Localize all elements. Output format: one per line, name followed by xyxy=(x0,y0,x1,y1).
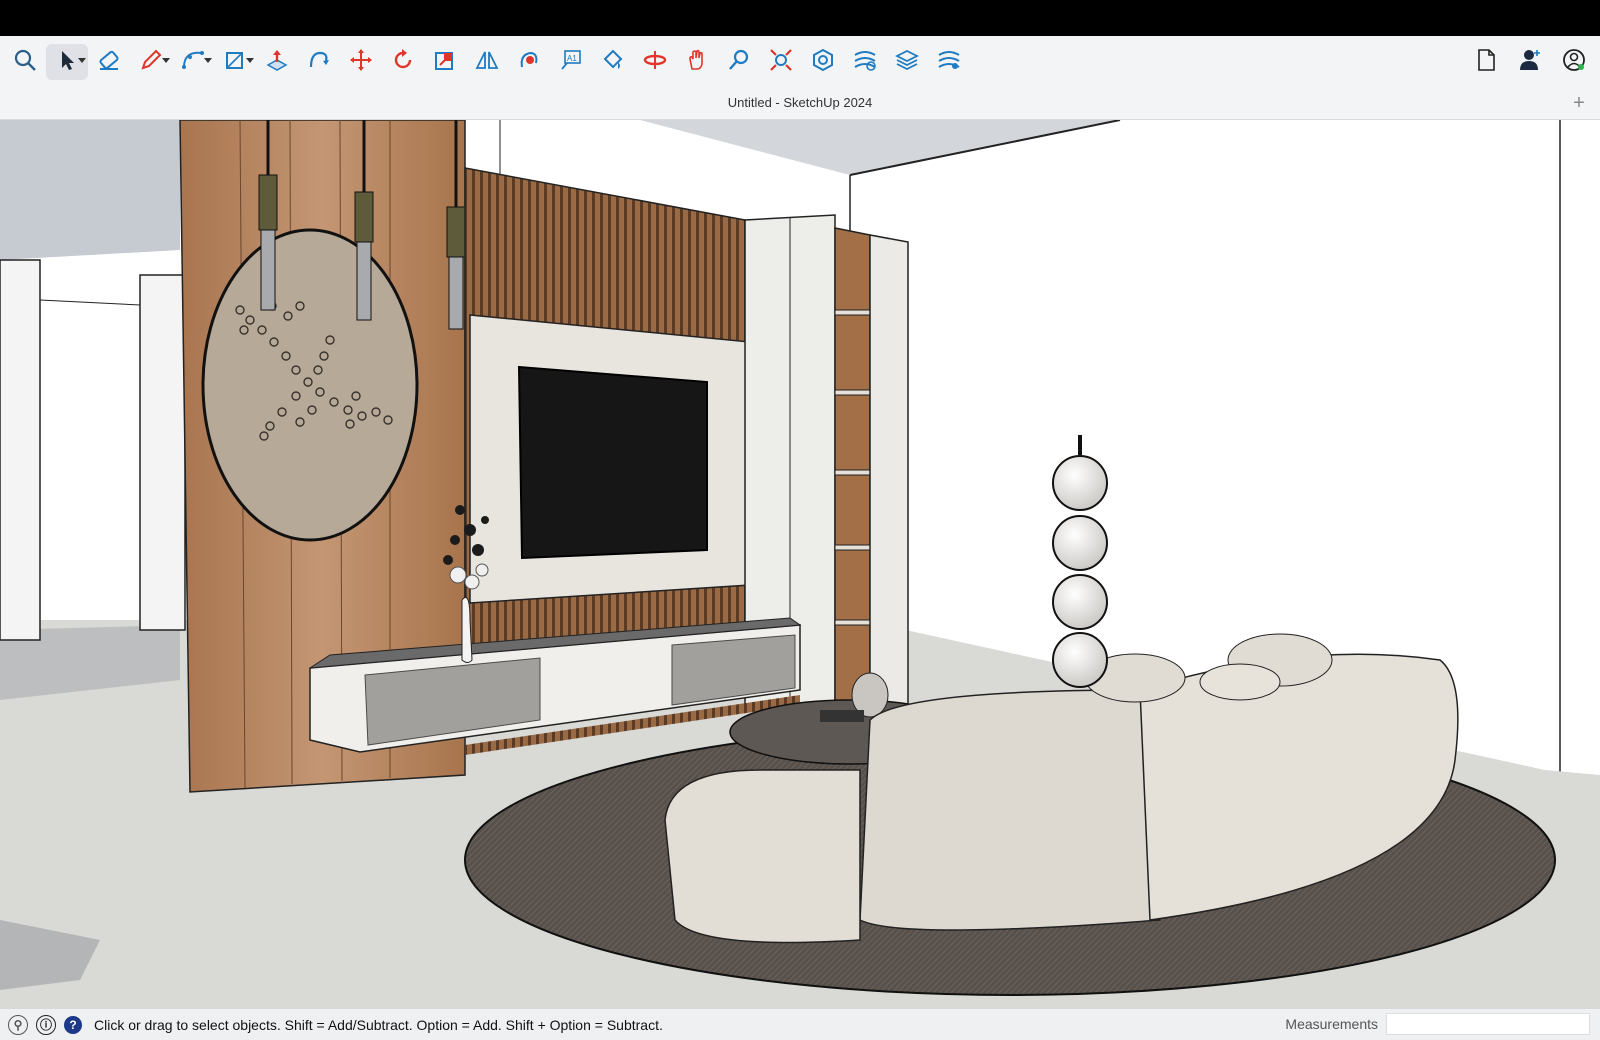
user-profile-icon xyxy=(1561,47,1587,78)
geolocation-icon[interactable]: ⚲ xyxy=(8,1014,28,1035)
account-button[interactable] xyxy=(1508,44,1552,80)
select-tool-icon xyxy=(54,47,80,78)
television xyxy=(517,365,708,560)
text-tool-button[interactable]: A1 xyxy=(550,44,592,80)
search-icon xyxy=(12,47,38,78)
credits-icon[interactable]: ⓘ xyxy=(36,1014,56,1035)
macos-menu-bar xyxy=(0,0,1600,36)
orbit-tool-button[interactable] xyxy=(634,44,676,80)
rotate-tool-icon xyxy=(390,47,416,78)
new-document-icon xyxy=(1473,47,1499,78)
extension-warehouse-button[interactable] xyxy=(802,44,844,80)
sandbox-tools-button[interactable] xyxy=(844,44,886,80)
arc-tool-button[interactable] xyxy=(172,44,214,80)
new-tab-button[interactable]: + xyxy=(1566,90,1592,116)
pan-tool-icon xyxy=(684,47,710,78)
measurements-label: Measurements xyxy=(1285,1016,1378,1032)
move-tool-icon xyxy=(348,47,374,78)
zoom-extents-tool-icon xyxy=(768,47,794,78)
chevron-down-icon[interactable] xyxy=(162,58,170,63)
chevron-down-icon[interactable] xyxy=(246,58,254,63)
move-tool-button[interactable] xyxy=(340,44,382,80)
solid-tools-icon xyxy=(936,47,962,78)
window-title: Untitled - SketchUp 2024 xyxy=(0,88,1600,120)
instructor-help-icon[interactable]: ? xyxy=(64,1015,82,1034)
text-tool-icon: A1 xyxy=(558,47,584,78)
paint-bucket-tool-button[interactable] xyxy=(592,44,634,80)
eraser-tool-button[interactable] xyxy=(88,44,130,80)
push-pull-tool-icon xyxy=(264,47,290,78)
follow-me-tool-button[interactable] xyxy=(298,44,340,80)
sandbox-tools-icon xyxy=(852,47,878,78)
svg-text:A1: A1 xyxy=(567,54,577,63)
follow-me-tool-icon xyxy=(306,47,332,78)
rotate-tool-button[interactable] xyxy=(382,44,424,80)
zoom-tool-button[interactable] xyxy=(718,44,760,80)
main-toolbar: A1 xyxy=(0,36,1600,88)
offset-tool-button[interactable] xyxy=(508,44,550,80)
left-column-1 xyxy=(0,259,41,641)
tool-row: A1 xyxy=(4,44,970,80)
layers-tool-button[interactable] xyxy=(886,44,928,80)
flip-tool-button[interactable] xyxy=(466,44,508,80)
pan-tool-button[interactable] xyxy=(676,44,718,80)
left-column-2 xyxy=(139,274,186,631)
orbit-tool-icon xyxy=(642,47,668,78)
chevron-down-icon[interactable] xyxy=(204,58,212,63)
rectangle-tool-button[interactable] xyxy=(214,44,256,80)
arc-tool-icon xyxy=(180,47,206,78)
select-tool-button[interactable] xyxy=(46,44,88,80)
flip-tool-icon xyxy=(474,47,500,78)
status-bar: ⚲ ⓘ ? Click or drag to select objects. S… xyxy=(0,1008,1600,1040)
extension-warehouse-icon xyxy=(810,47,836,78)
ceiling-left xyxy=(0,120,180,260)
bookshelf xyxy=(834,227,871,706)
push-pull-tool-button[interactable] xyxy=(256,44,298,80)
scale-tool-button[interactable] xyxy=(424,44,466,80)
pencil-tool-button[interactable] xyxy=(130,44,172,80)
orb-floor-lamp xyxy=(1052,435,1108,688)
zoom-tool-icon xyxy=(726,47,752,78)
model-viewport[interactable] xyxy=(0,120,1600,1008)
zoom-extents-tool-button[interactable] xyxy=(760,44,802,80)
chevron-down-icon[interactable] xyxy=(78,58,86,63)
new-document-button[interactable] xyxy=(1464,44,1508,80)
rectangle-tool-icon xyxy=(222,47,248,78)
account-icon xyxy=(1517,47,1543,78)
right-toolbar xyxy=(1464,44,1596,80)
pencil-tool-icon xyxy=(138,47,164,78)
user-profile-button[interactable] xyxy=(1552,44,1596,80)
status-hint-text: Click or drag to select objects. Shift =… xyxy=(94,1016,663,1033)
scale-tool-icon xyxy=(432,47,458,78)
measurements-input[interactable] xyxy=(1386,1013,1590,1035)
search-button[interactable] xyxy=(4,44,46,80)
paint-bucket-tool-icon xyxy=(600,47,626,78)
offset-tool-icon xyxy=(516,47,542,78)
solid-tools-button[interactable] xyxy=(928,44,970,80)
layers-tool-icon xyxy=(894,47,920,78)
eraser-tool-icon xyxy=(96,47,122,78)
scene-render xyxy=(0,120,1600,1008)
